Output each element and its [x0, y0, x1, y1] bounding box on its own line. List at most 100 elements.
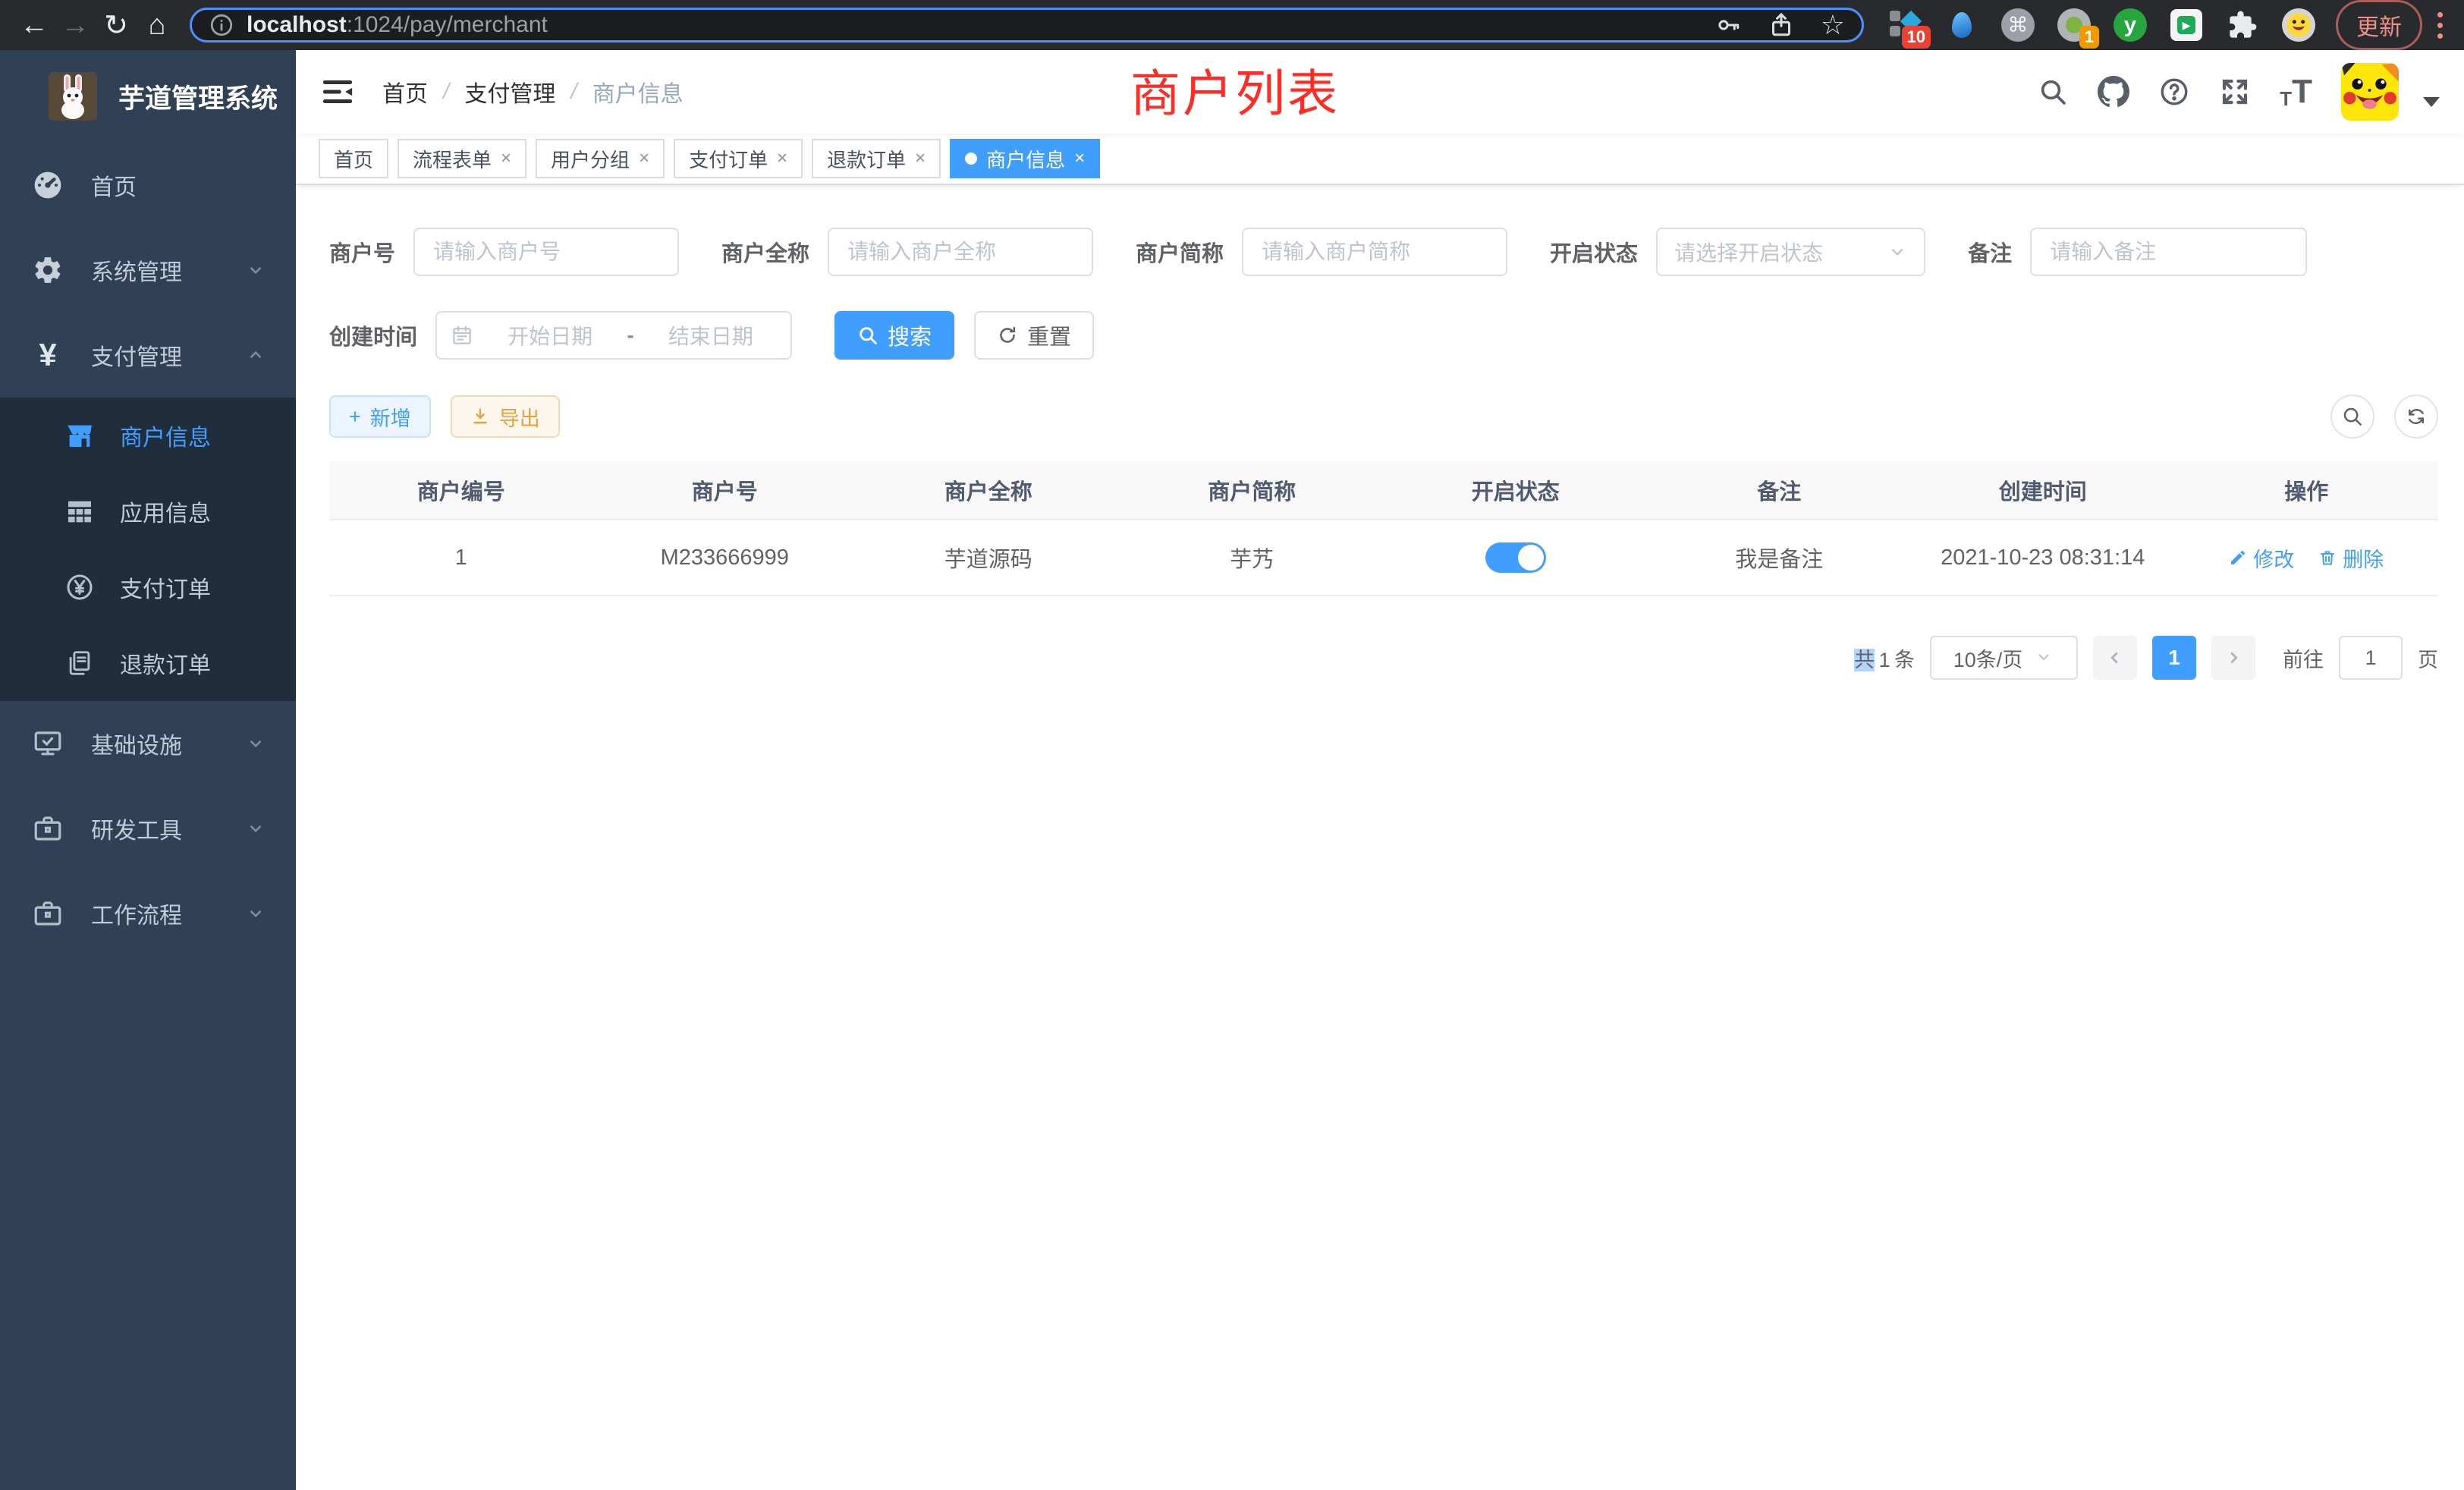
column-header: 商户简称	[1120, 474, 1384, 506]
tab-merchant-info[interactable]: 商户信息 ×	[950, 139, 1100, 178]
merchant-table: 商户编号 商户号 商户全称 商户简称 开启状态 备注 创建时间 操作 1 M23…	[329, 461, 2438, 596]
header-search-icon[interactable]	[2037, 76, 2069, 108]
browser-back-button[interactable]: ←	[14, 5, 55, 46]
refresh-icon	[2405, 405, 2428, 428]
active-tab-dot	[965, 152, 977, 165]
reset-button[interactable]: 重置	[974, 311, 1094, 360]
export-button[interactable]: 导出	[451, 395, 560, 438]
chrome-update-button[interactable]: 更新	[2336, 0, 2422, 50]
sidebar-item-dev-tools[interactable]: 研发工具	[0, 786, 296, 871]
sidebar-item-home[interactable]: 首页	[0, 143, 296, 228]
show-search-toggle-button[interactable]	[2330, 395, 2374, 439]
sidebar-item-label: 支付管理	[91, 338, 246, 372]
tab-close-icon[interactable]: ×	[639, 148, 649, 169]
tab-close-icon[interactable]: ×	[777, 148, 787, 169]
merchant-short-name-label: 商户简称	[1136, 236, 1224, 268]
next-page-button[interactable]	[2211, 636, 2255, 680]
sidebar-item-merchant-info[interactable]: 商户信息	[0, 398, 296, 473]
address-bar[interactable]: localhost:1024/pay/merchant ☆	[190, 8, 1864, 42]
tab-refund-order[interactable]: 退款订单 ×	[812, 139, 941, 178]
browser-forward-button[interactable]: →	[55, 5, 96, 46]
user-avatar[interactable]	[2341, 63, 2399, 121]
edit-link[interactable]: 修改	[2229, 543, 2294, 573]
search-button[interactable]: 搜索	[834, 311, 954, 360]
create-time-range-picker[interactable]: 开始日期 - 结束日期	[435, 311, 792, 360]
delete-link[interactable]: 删除	[2318, 543, 2384, 573]
tab-pay-order[interactable]: 支付订单 ×	[674, 139, 803, 178]
extensions-puzzle-icon[interactable]	[2225, 8, 2260, 42]
column-header: 备注	[1648, 474, 1912, 506]
fullscreen-icon[interactable]	[2219, 76, 2251, 108]
column-header: 创建时间	[1911, 474, 2175, 506]
merchant-full-name-input[interactable]	[828, 228, 1093, 276]
merchant-short-name-input[interactable]	[1242, 228, 1507, 276]
refresh-table-button[interactable]	[2394, 395, 2438, 439]
password-key-icon[interactable]	[1714, 11, 1742, 39]
sidebar-item-infrastructure[interactable]: 基础设施	[0, 701, 296, 786]
page-size-select[interactable]: 10条/页	[1930, 636, 2078, 680]
date-separator: -	[627, 323, 633, 347]
pagination-total: 共 1 条	[1854, 643, 1915, 673]
bookmark-star-icon[interactable]: ☆	[1821, 9, 1845, 41]
create-time-label: 创建时间	[329, 319, 417, 351]
goto-page-input[interactable]	[2339, 636, 2403, 680]
github-icon[interactable]	[2098, 76, 2129, 108]
sidebar-item-pay-order[interactable]: 支付订单	[0, 549, 296, 625]
breadcrumb-home[interactable]: 首页	[382, 75, 428, 108]
status-toggle[interactable]	[1485, 542, 1546, 573]
cell-short-name: 芋艿	[1120, 542, 1384, 574]
page-size-value: 10条/页	[1953, 643, 2023, 673]
extension-chat-icon[interactable]: ▶	[2169, 8, 2204, 42]
extension-blue-diamond-icon[interactable]: 10	[1888, 8, 1923, 42]
site-info-icon[interactable]	[209, 12, 234, 38]
tags-view-bar: 首页 流程表单 × 用户分组 × 支付订单 × 退款订单 × 商户信息 ×	[296, 134, 2464, 185]
extension-y-icon[interactable]: y	[2113, 8, 2148, 42]
yen-circle-icon	[62, 570, 97, 605]
browser-reload-button[interactable]: ↻	[96, 5, 137, 46]
extension-kite-icon[interactable]	[1944, 8, 1979, 42]
browser-menu-icon[interactable]	[2430, 12, 2450, 39]
chevron-down-icon	[2035, 648, 2054, 668]
tab-process-form[interactable]: 流程表单 ×	[398, 139, 526, 178]
breadcrumb-payment[interactable]: 支付管理	[464, 75, 555, 108]
sidebar-item-refund-order[interactable]: 退款订单	[0, 625, 296, 701]
share-icon[interactable]	[1768, 11, 1795, 39]
remark-input[interactable]	[2030, 228, 2307, 276]
font-size-icon[interactable]: TT	[2280, 75, 2312, 108]
app-logo-row[interactable]: 芋道管理系统	[0, 50, 296, 143]
extension-grey-circle-icon[interactable]: 1	[2057, 8, 2092, 42]
payment-submenu: 商户信息 应用信息	[0, 398, 296, 701]
sidebar-item-workflow[interactable]: 工作流程	[0, 871, 296, 956]
breadcrumb-current: 商户信息	[592, 75, 684, 108]
browser-profile-avatar[interactable]	[2281, 8, 2316, 42]
status-select[interactable]: 请选择开启状态	[1656, 228, 1925, 276]
tab-close-icon[interactable]: ×	[501, 148, 511, 169]
tab-home[interactable]: 首页	[319, 139, 388, 178]
tab-close-icon[interactable]: ×	[915, 148, 926, 169]
sidebar-item-system[interactable]: 系统管理	[0, 228, 296, 313]
documents-icon	[62, 646, 97, 681]
tab-label: 流程表单	[413, 145, 492, 173]
merchant-no-label: 商户号	[329, 236, 395, 268]
help-icon[interactable]	[2158, 76, 2190, 108]
add-button[interactable]: + 新增	[329, 395, 431, 438]
breadcrumb: 首页 / 支付管理 / 商户信息	[382, 75, 684, 108]
sidebar-collapse-icon[interactable]	[320, 74, 355, 109]
column-header: 开启状态	[1384, 474, 1648, 506]
prev-page-button[interactable]	[2093, 636, 2137, 680]
cell-create-time: 2021-10-23 08:31:14	[1911, 545, 2175, 571]
tab-close-icon[interactable]: ×	[1074, 148, 1085, 169]
avatar-dropdown-caret-icon[interactable]	[2423, 97, 2440, 107]
merchant-no-input[interactable]	[413, 228, 679, 276]
trash-icon	[2318, 549, 2337, 567]
table-row: 1 M233666999 芋道源码 芋艿 我是备注 2021-10-23 08:…	[329, 520, 2438, 596]
page-number-button[interactable]: 1	[2152, 636, 2196, 680]
sidebar-item-app-info[interactable]: 应用信息	[0, 473, 296, 549]
briefcase-icon	[30, 896, 65, 931]
browser-home-button[interactable]: ⌂	[137, 5, 178, 46]
sidebar-item-payment[interactable]: ¥ 支付管理	[0, 313, 296, 398]
extension-command-icon[interactable]: ⌘	[2000, 8, 2035, 42]
tab-label: 首页	[334, 145, 373, 173]
remark-label: 备注	[1968, 236, 2012, 268]
tab-user-group[interactable]: 用户分组 ×	[536, 139, 665, 178]
